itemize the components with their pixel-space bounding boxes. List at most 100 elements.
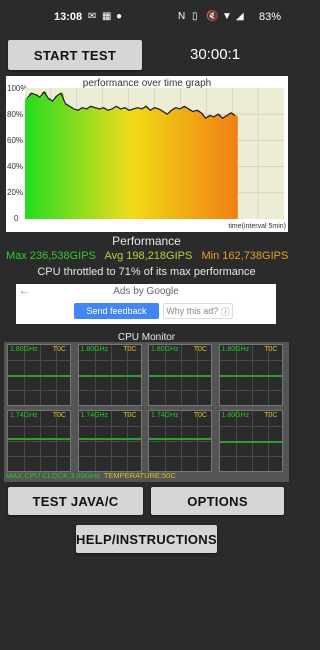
- android-icon: ●: [116, 11, 123, 22]
- grid-line: [56, 411, 57, 471]
- core-frequency: 1.80GHz: [221, 412, 250, 419]
- performance-bar: [75, 110, 81, 219]
- grid-line: [8, 456, 70, 457]
- core-temperature: T0C: [52, 412, 66, 419]
- performance-bar: [122, 107, 128, 219]
- cpu-core-graph: 1.80GHz T0C: [148, 344, 212, 406]
- core-temperature: T0C: [264, 412, 278, 419]
- throttle-text: CPU throttled to 71% of its max performa…: [37, 266, 256, 278]
- performance-bar: [143, 106, 149, 219]
- y-tick-label: 0: [14, 214, 19, 223]
- grid-line: [149, 426, 211, 427]
- frequency-line: [149, 438, 211, 440]
- performance-bar: [67, 106, 73, 219]
- core-frequency: 1.74GHz: [10, 412, 38, 419]
- performance-bar: [29, 93, 34, 219]
- y-tick-label: 80%: [7, 110, 24, 119]
- grid-line: [8, 360, 70, 361]
- help-instructions-button[interactable]: HELP/INSTRUCTIONS: [76, 525, 217, 553]
- performance-bar: [207, 115, 213, 219]
- max-value: Max 236,538GIPS: [6, 250, 96, 262]
- signal-icon: ◢: [236, 11, 244, 22]
- status-time: 13:08: [54, 11, 83, 23]
- why-this-ad-button[interactable]: Why this ad? ⓘ: [163, 303, 233, 319]
- grid-line: [126, 411, 128, 471]
- performance-bar: [169, 110, 175, 219]
- performance-bar: [118, 108, 124, 219]
- grid-line: [110, 411, 112, 471]
- performance-bar: [84, 108, 90, 219]
- performance-bar: [114, 106, 119, 219]
- core-temperature: T0C: [123, 412, 137, 419]
- performance-bar: [92, 107, 98, 219]
- grid-line: [78, 456, 141, 457]
- grid-line: [219, 360, 282, 361]
- cpu-core-graph: 1.80GHz T0C: [218, 344, 283, 406]
- performance-bar: [194, 110, 200, 219]
- frequency-line: [149, 375, 211, 377]
- grid-line: [149, 360, 211, 361]
- grid-line: [78, 390, 141, 391]
- graph-plot-area: [25, 88, 284, 219]
- grid-line: [149, 390, 211, 391]
- cpu-core-graph: 1.80GHz T0C: [77, 344, 142, 406]
- frequency-line: [78, 438, 141, 440]
- grid-line: [40, 411, 41, 471]
- performance-bar: [135, 107, 141, 219]
- grid-line: [78, 441, 141, 442]
- send-feedback-button[interactable]: Send feedback: [74, 303, 159, 319]
- start-test-button[interactable]: START TEST: [8, 40, 142, 70]
- performance-bar: [165, 114, 170, 219]
- y-tick-label: 20%: [7, 188, 24, 197]
- performance-bar: [203, 118, 209, 219]
- performance-bar: [156, 108, 162, 219]
- cpu-core-graph: 1.80GHz T0C: [218, 410, 283, 472]
- grid-line: [78, 360, 141, 361]
- performance-bar: [233, 115, 238, 219]
- performance-bar: [46, 98, 51, 219]
- wifi-icon: ▼: [222, 11, 232, 22]
- x-axis-label: time(interval 5min): [228, 223, 286, 230]
- grid-line: [219, 390, 282, 391]
- performance-bar: [182, 106, 187, 219]
- performance-bar: [173, 107, 179, 219]
- options-button[interactable]: OPTIONS: [151, 487, 284, 515]
- performance-bar: [199, 112, 204, 219]
- cpu-core-graph: 1.74GHz T0C: [148, 410, 212, 472]
- performance-bar: [80, 107, 85, 219]
- test-java-button[interactable]: TEST JAVA/C: [8, 487, 143, 515]
- performance-stats: Max 236,538GIPS Avg 198,218GIPS Min 162,…: [6, 250, 288, 262]
- core-frequency: 1.74GHz: [80, 412, 109, 419]
- grid-line: [219, 426, 282, 427]
- performance-bar: [139, 108, 145, 219]
- battery-level: 83%: [258, 11, 281, 23]
- ad-banner: ← Ads by Google Send feedback Why this a…: [16, 284, 276, 324]
- performance-bar: [37, 97, 43, 219]
- performance-bar: [109, 108, 115, 219]
- performance-bar: [105, 110, 111, 219]
- performance-bar: [101, 107, 107, 219]
- performance-bar: [71, 108, 77, 219]
- performance-heading: Performance: [112, 234, 181, 248]
- min-value: Min 162,738GIPS: [201, 250, 289, 262]
- performance-bar: [41, 91, 47, 219]
- performance-bar: [228, 112, 234, 219]
- grid-line: [8, 390, 70, 391]
- why-this-ad-label: Why this ad?: [166, 306, 219, 316]
- performance-bar: [25, 98, 30, 219]
- performance-bar: [186, 108, 192, 219]
- frequency-line: [219, 375, 282, 377]
- grid-line: [8, 441, 70, 442]
- performance-bar: [54, 95, 60, 219]
- frequency-line: [8, 375, 70, 377]
- grid-line: [165, 411, 166, 471]
- performance-bar: [88, 106, 94, 219]
- performance-bar: [148, 110, 153, 219]
- core-temperature: T0C: [123, 346, 137, 353]
- max-cpu-clock: MAX CPU CLOCK:3.00GHz,: [6, 471, 102, 480]
- performance-bar: [97, 108, 102, 219]
- grid-line: [78, 426, 141, 427]
- performance-bar: [190, 111, 196, 219]
- performance-bar: [58, 93, 64, 219]
- performance-bar: [177, 108, 183, 219]
